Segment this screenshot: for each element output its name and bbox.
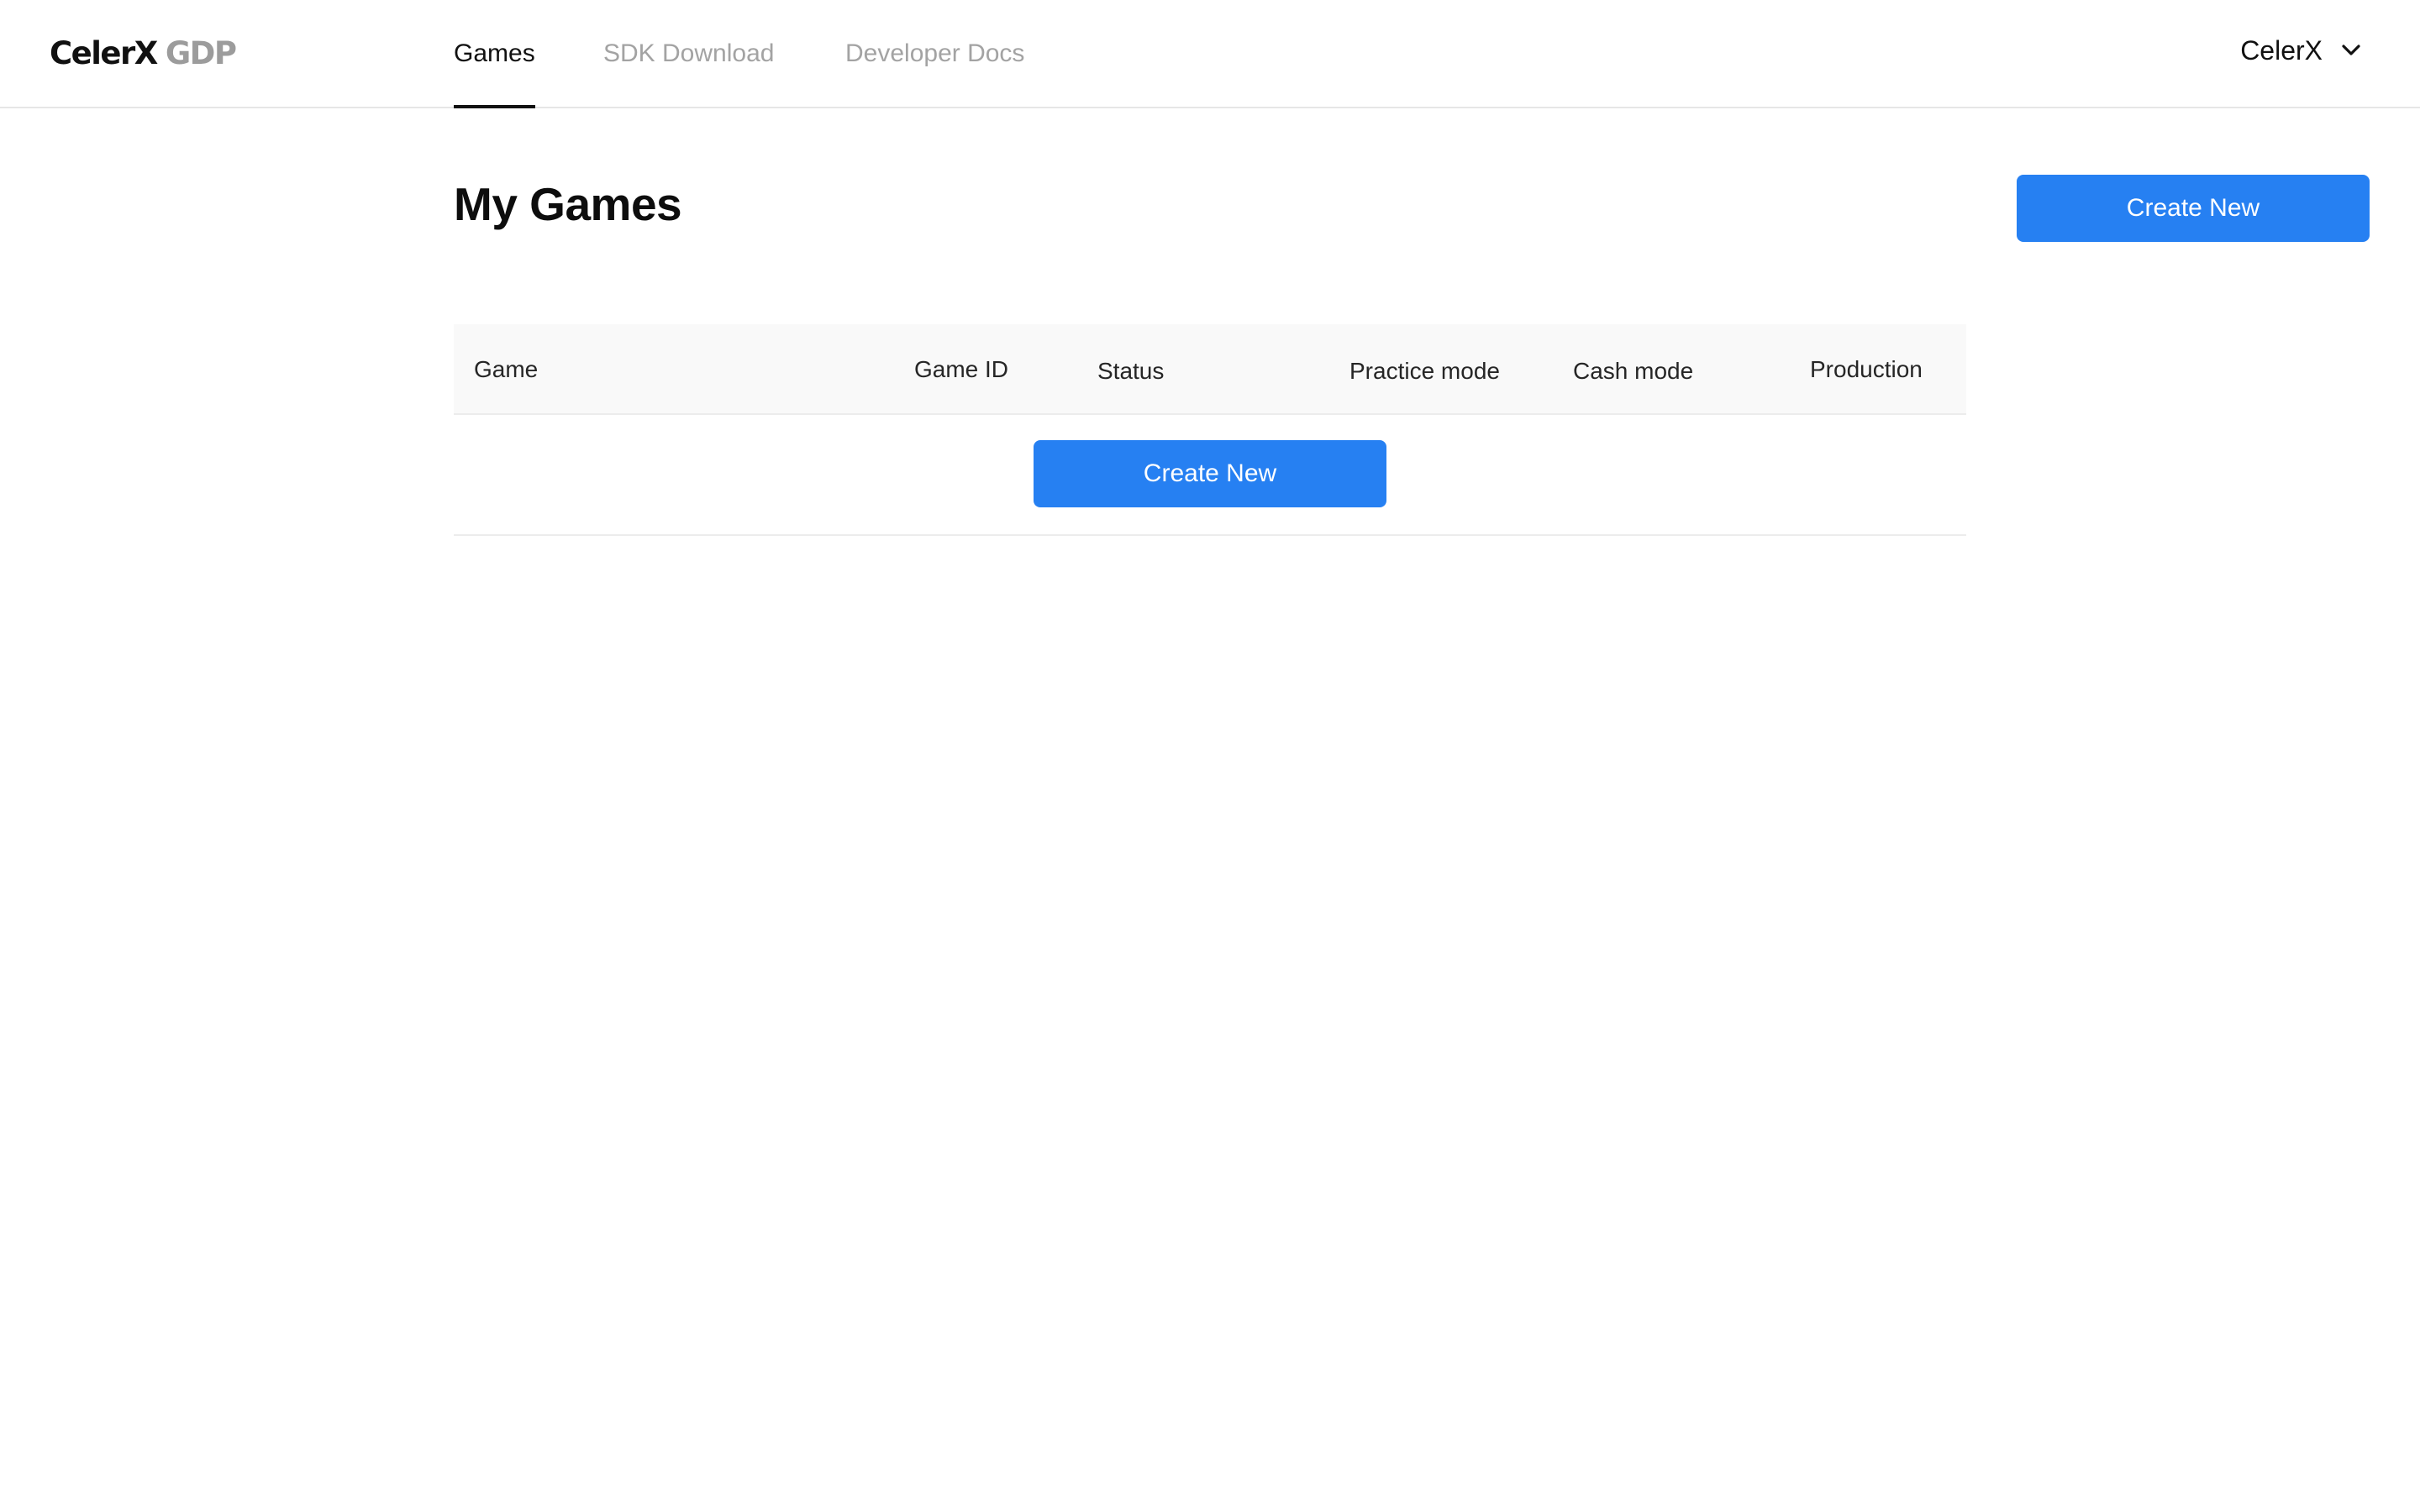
column-header-cash-mode: Cash mode	[1573, 358, 1694, 384]
app-root: CelerX GDP Games SDK Download Developer D…	[0, 0, 2420, 1512]
account-menu[interactable]: CelerX	[2240, 34, 2363, 67]
column-header-production: Production	[1810, 356, 1923, 382]
logo-brand: CelerX	[50, 35, 158, 71]
chevron-down-icon	[2342, 45, 2360, 55]
tab-sdk-download[interactable]: SDK Download	[603, 37, 774, 108]
page-title: My Games	[454, 178, 682, 230]
account-name: CelerX	[2240, 35, 2323, 66]
logo-product: GDP	[165, 35, 237, 71]
table-create-new-button[interactable]: Create New	[1034, 440, 1386, 507]
table-header-row: Game Game ID Status Practice mode Cash m…	[454, 324, 1966, 415]
column-header-practice-mode: Practice mode	[1349, 358, 1500, 384]
tab-games[interactable]: Games	[454, 37, 535, 108]
games-table: Game Game ID Status Practice mode Cash m…	[454, 324, 1966, 536]
table-empty-state: Create New	[454, 415, 1966, 536]
logo[interactable]: CelerX GDP	[50, 34, 237, 74]
column-header-game-id: Game ID	[914, 356, 1009, 382]
create-new-button[interactable]: Create New	[2017, 175, 2370, 242]
column-header-game: Game	[474, 356, 539, 382]
tab-developer-docs[interactable]: Developer Docs	[845, 37, 1024, 108]
column-header-status: Status	[1097, 358, 1165, 384]
top-header: CelerX GDP Games SDK Download Developer D…	[0, 0, 2420, 108]
